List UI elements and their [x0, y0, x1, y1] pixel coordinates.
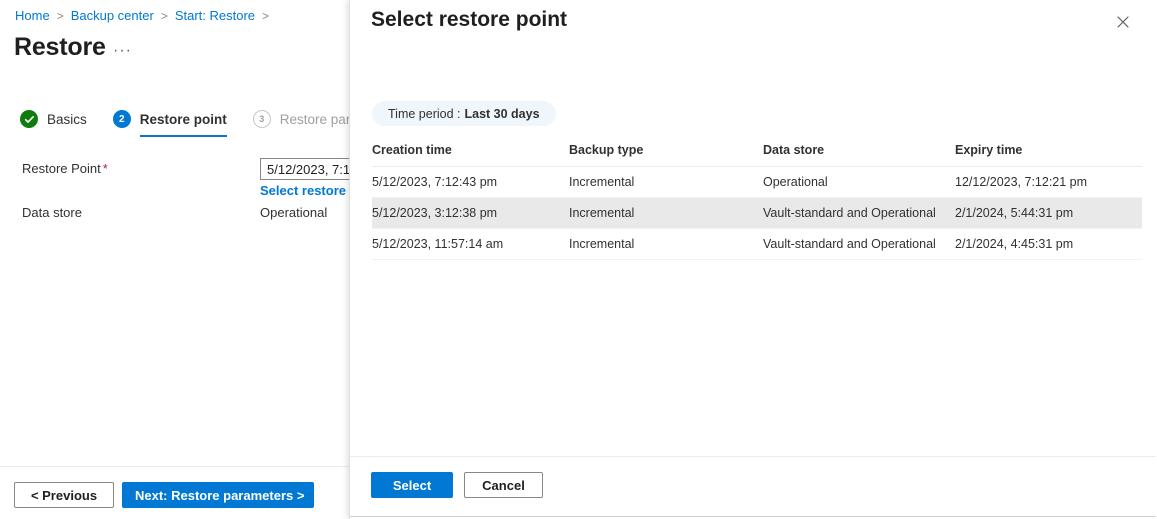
cell-expiry-time: 12/12/2023, 7:12:21 pm [955, 166, 1142, 198]
cell-creation-time: 5/12/2023, 3:12:38 pm [372, 197, 569, 229]
breadcrumb-item-backup-center[interactable]: Backup center [71, 8, 154, 23]
breadcrumb-item-home[interactable]: Home [15, 8, 50, 23]
panel-footer: Select Cancel [350, 456, 1156, 519]
required-indicator: * [102, 161, 108, 176]
time-period-filter-label: Time period : [388, 106, 461, 121]
previous-button[interactable]: < Previous [14, 482, 114, 508]
form-row-restore-point: Restore Point* Select restore point [0, 158, 349, 198]
column-header-data-store[interactable]: Data store [763, 143, 955, 167]
time-period-filter-value: Last 30 days [464, 106, 540, 121]
select-restore-point-panel: Select restore point Time period : Last … [349, 0, 1157, 519]
breadcrumb-item-start-restore[interactable]: Start: Restore [175, 8, 255, 23]
panel-title: Select restore point [371, 8, 568, 31]
restore-point-label-text: Restore Point [22, 161, 101, 176]
page-title: Restore [14, 33, 106, 61]
breadcrumb: Home > Backup center > Start: Restore > [15, 8, 276, 23]
close-icon[interactable] [1112, 11, 1134, 33]
table-row[interactable]: 5/12/2023, 3:12:38 pm Incremental Vault-… [372, 197, 1142, 229]
cell-data-store: Vault-standard and Operational [763, 228, 955, 260]
more-options-button[interactable]: ··· [113, 42, 132, 60]
table-row[interactable]: 5/12/2023, 7:12:43 pm Incremental Operat… [372, 166, 1142, 198]
column-header-expiry-time[interactable]: Expiry time [955, 143, 1142, 167]
breadcrumb-separator-icon: > [56, 8, 64, 23]
column-header-creation-time[interactable]: Creation time [372, 143, 569, 167]
wizard-step-basics[interactable]: Basics [20, 110, 87, 137]
restore-points-table: Creation time Backup type Data store Exp… [372, 143, 1142, 260]
table-header-row: Creation time Backup type Data store Exp… [372, 143, 1142, 167]
time-period-filter-chip[interactable]: Time period : Last 30 days [372, 101, 556, 126]
cell-backup-type: Incremental [569, 197, 763, 229]
cancel-button[interactable]: Cancel [464, 472, 543, 498]
cell-data-store: Operational [763, 166, 955, 198]
step-number-badge: 2 [112, 110, 131, 128]
table-row[interactable]: 5/12/2023, 11:57:14 am Incremental Vault… [372, 228, 1142, 260]
active-step-underline [139, 135, 227, 137]
column-header-backup-type[interactable]: Backup type [569, 143, 763, 167]
cell-creation-time: 5/12/2023, 11:57:14 am [372, 228, 569, 260]
data-store-control: Operational [260, 202, 327, 220]
cell-creation-time: 5/12/2023, 7:12:43 pm [372, 166, 569, 198]
wizard-step-restore-parameters-label: Restore parameters [279, 111, 349, 127]
wizard-step-restore-parameters[interactable]: 3 Restore parameters [252, 110, 349, 137]
cell-data-store: Vault-standard and Operational [763, 197, 955, 229]
form-row-data-store: Data store Operational [0, 202, 349, 224]
cell-backup-type: Incremental [569, 228, 763, 260]
breadcrumb-separator-icon: > [262, 8, 270, 23]
wizard-step-restore-point-label: Restore point [139, 111, 227, 127]
wizard-step-restore-point[interactable]: 2 Restore point [112, 110, 227, 137]
next-restore-parameters-button[interactable]: Next: Restore parameters > [122, 482, 314, 508]
select-restore-point-link[interactable]: Select restore point [260, 183, 349, 198]
wizard-step-basics-label: Basics [47, 111, 87, 127]
restore-point-control: Select restore point [260, 158, 349, 198]
table-header: Creation time Backup type Data store Exp… [372, 143, 1142, 167]
table-body: 5/12/2023, 7:12:43 pm Incremental Operat… [372, 166, 1142, 260]
wizard-footer: < Previous Next: Restore parameters > [0, 466, 349, 519]
cell-expiry-time: 2/1/2024, 4:45:31 pm [955, 228, 1142, 260]
restore-point-form: Restore Point* Select restore point Data… [0, 158, 349, 239]
select-button[interactable]: Select [371, 472, 453, 498]
wizard-step-tabs: Basics 2 Restore point 3 Restore paramet… [20, 110, 349, 137]
restore-point-label: Restore Point * [22, 161, 108, 176]
data-store-label: Data store [22, 205, 82, 220]
restore-point-input[interactable] [260, 158, 349, 180]
step-number-badge: 3 [252, 110, 271, 128]
cell-expiry-time: 2/1/2024, 5:44:31 pm [955, 197, 1142, 229]
data-store-value: Operational [260, 205, 328, 220]
check-icon [20, 110, 38, 128]
restore-wizard-page: Home > Backup center > Start: Restore > … [0, 0, 349, 519]
cell-backup-type: Incremental [569, 166, 763, 198]
breadcrumb-separator-icon: > [160, 8, 168, 23]
